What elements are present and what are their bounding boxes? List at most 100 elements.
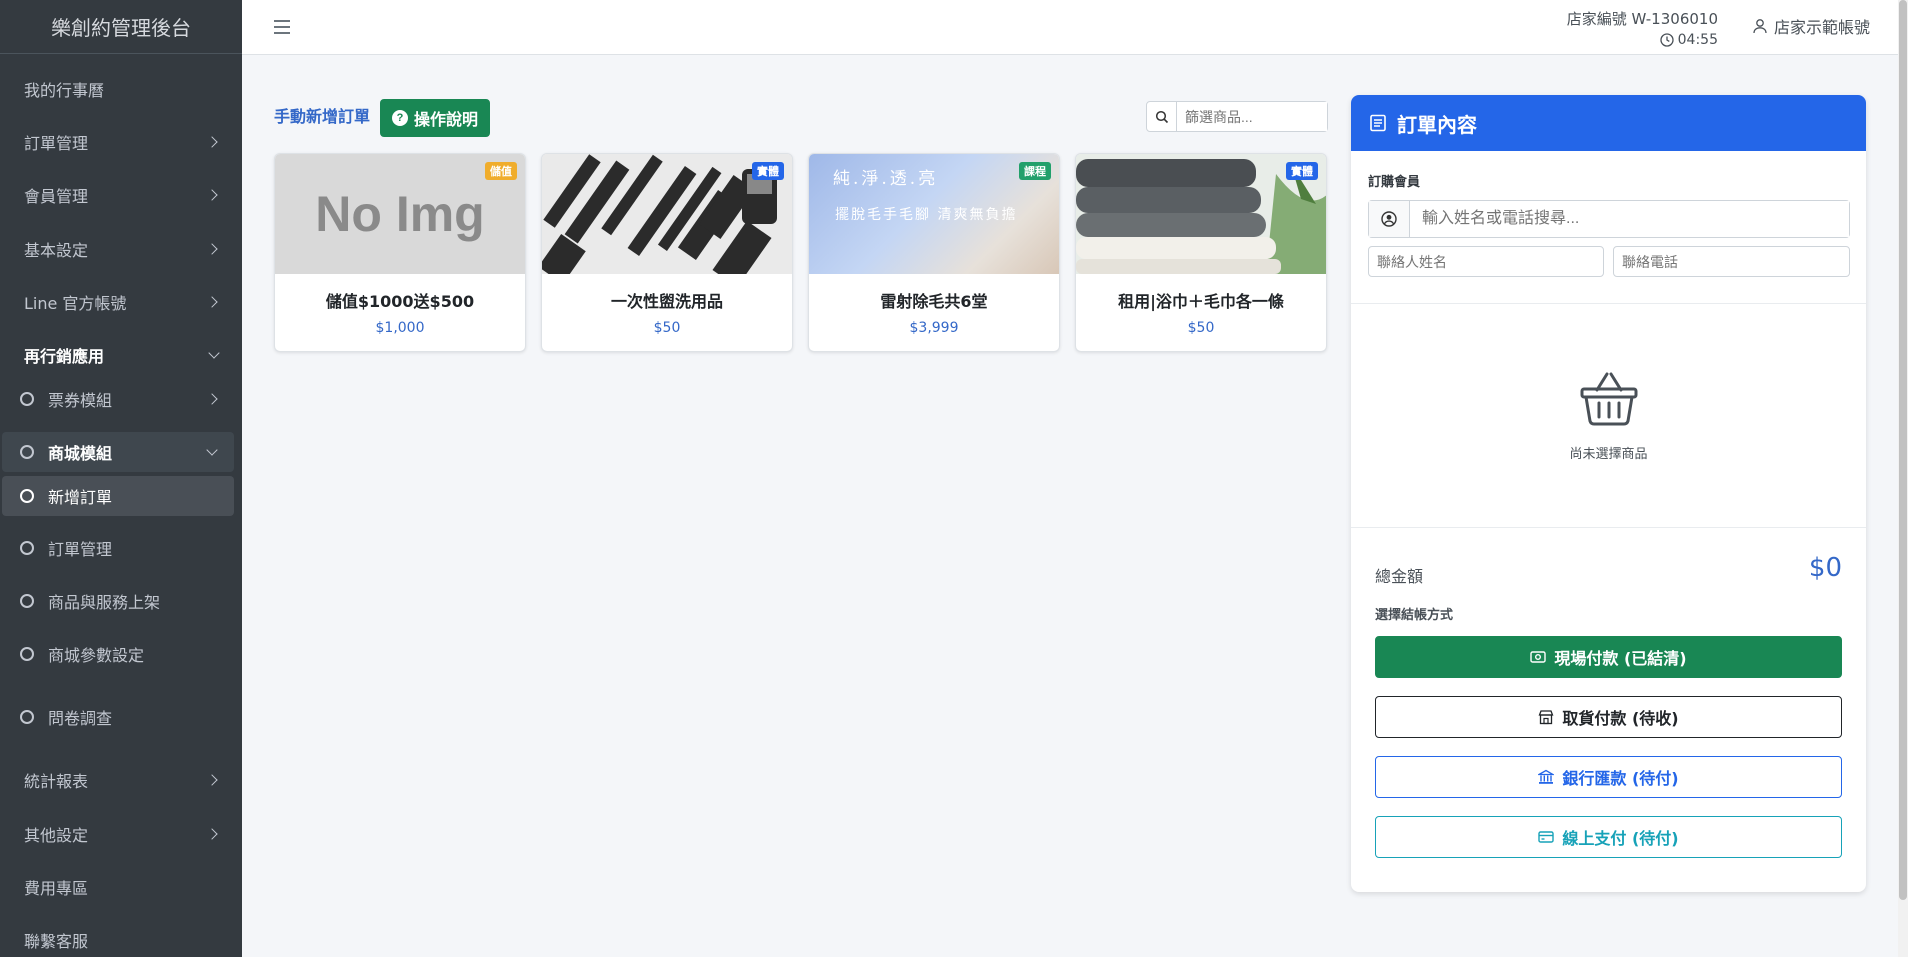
sidebar-item-tickets[interactable]: 票券模組 bbox=[0, 379, 242, 419]
sidebar-item-shop-orders[interactable]: 訂單管理 bbox=[0, 528, 242, 568]
sidebar-item-label: 聯繫客服 bbox=[24, 932, 89, 951]
sidebar-item-products[interactable]: 商品與服務上架 bbox=[0, 581, 242, 621]
user-menu[interactable]: 店家示範帳號 bbox=[1752, 14, 1870, 38]
product-price: $1,000 bbox=[375, 320, 425, 336]
sidebar-item-label: 商品與服務上架 bbox=[48, 593, 161, 612]
chevron-right-icon bbox=[206, 189, 218, 201]
no-image-text: No Img bbox=[315, 186, 485, 242]
divider bbox=[1351, 303, 1866, 304]
sidebar-item-reports[interactable]: 統計報表 bbox=[0, 760, 242, 800]
empty-cart-text: 尚未選擇商品 bbox=[1569, 447, 1648, 462]
sidebar-item-label: 商城模組 bbox=[48, 444, 113, 463]
sidebar-item-label: 再行銷應用 bbox=[24, 347, 105, 366]
total-amount: $0 bbox=[1808, 553, 1842, 583]
product-card[interactable]: No Img 儲值 儲值$1000送$500 $1,000 bbox=[274, 153, 526, 352]
sidebar-item-shop-settings[interactable]: 商城參數設定 bbox=[0, 634, 242, 674]
product-card[interactable]: 實體 一次性盥洗用品 $50 bbox=[541, 153, 793, 352]
credit-card-icon bbox=[1538, 831, 1555, 843]
product-name: 儲值$1000送$500 bbox=[325, 292, 475, 311]
sidebar-item-label: 商城參數設定 bbox=[48, 646, 145, 665]
member-search-input[interactable] bbox=[1410, 201, 1849, 237]
question-icon: ? bbox=[391, 110, 408, 126]
payment-method-label: 選擇結帳方式 bbox=[1375, 608, 1454, 623]
sidebar: 樂創約管理後台 我的行事曆 訂單管理 會員管理 基本設定 Line 官方帳號 再… bbox=[0, 0, 242, 957]
order-panel-title: 訂單內容 bbox=[1397, 112, 1477, 137]
sidebar-item-orders[interactable]: 訂單管理 bbox=[0, 122, 242, 162]
contact-phone-field[interactable] bbox=[1613, 246, 1850, 277]
store-number: 店家編號 W-1306010 bbox=[1566, 10, 1718, 28]
sidebar-item-label: 其他設定 bbox=[24, 826, 89, 845]
pay-onsite-button[interactable]: 現場付款 (已結清) bbox=[1375, 636, 1842, 678]
contact-name-field[interactable] bbox=[1368, 246, 1604, 277]
product-image: 純.淨.透.亮 擺脫毛手毛腳 清爽無負擔 課程 bbox=[809, 154, 1059, 274]
sidebar-item-label: 訂單管理 bbox=[48, 540, 113, 559]
online-payment-button[interactable]: 線上支付 (待付) bbox=[1375, 816, 1842, 858]
image-caption-2: 擺脫毛手毛腳 清爽無負擔 bbox=[835, 207, 1018, 223]
chevron-down-icon bbox=[208, 347, 220, 359]
total-label: 總金額 bbox=[1375, 567, 1424, 586]
chevron-right-icon bbox=[206, 243, 218, 255]
bank-icon bbox=[1538, 769, 1555, 784]
pay-on-pickup-button[interactable]: 取貨付款 (待收) bbox=[1375, 696, 1842, 738]
divider bbox=[1351, 527, 1866, 528]
product-name: 租用|浴巾＋毛巾各一條 bbox=[1118, 292, 1284, 311]
user-name: 店家示範帳號 bbox=[1773, 18, 1870, 37]
product-card[interactable]: 純.淨.透.亮 擺脫毛手毛腳 清爽無負擔 課程 雷射除毛共6堂 $3,999 bbox=[808, 153, 1060, 352]
bank-transfer-button[interactable]: 銀行匯款 (待付) bbox=[1375, 756, 1842, 798]
sidebar-item-label: 票券模組 bbox=[48, 391, 113, 410]
brand-title[interactable]: 樂創約管理後台 bbox=[0, 0, 242, 54]
sidebar-item-label: 問卷調查 bbox=[48, 709, 113, 728]
user-circle-icon bbox=[1369, 201, 1410, 237]
sidebar-item-label: 費用專區 bbox=[24, 879, 89, 898]
product-card[interactable]: 實體 租用|浴巾＋毛巾各一條 $50 bbox=[1075, 153, 1327, 352]
circle-icon bbox=[20, 541, 34, 555]
circle-icon bbox=[20, 647, 34, 661]
chevron-right-icon bbox=[206, 828, 218, 840]
product-image: 實體 bbox=[542, 154, 792, 274]
sidebar-item-new-order[interactable]: 新增訂單 bbox=[2, 476, 234, 516]
circle-icon bbox=[20, 392, 34, 406]
online-payment-label: 線上支付 (待付) bbox=[1562, 829, 1679, 848]
sidebar-item-label: 基本設定 bbox=[24, 241, 89, 260]
sidebar-item-billing[interactable]: 費用專區 bbox=[0, 867, 242, 907]
product-name: 雷射除毛共6堂 bbox=[880, 292, 988, 311]
chevron-right-icon bbox=[206, 774, 218, 786]
sidebar-item-label: 訂單管理 bbox=[24, 134, 89, 153]
cash-icon bbox=[1530, 651, 1547, 663]
sidebar-item-shop-module[interactable]: 商城模組 bbox=[2, 432, 234, 472]
basket-icon bbox=[1580, 372, 1638, 426]
circle-icon bbox=[20, 594, 34, 608]
product-name: 一次性盥洗用品 bbox=[610, 292, 723, 311]
page-title: 手動新增訂單 bbox=[274, 107, 371, 126]
product-price: $3,999 bbox=[909, 320, 959, 336]
help-button-label: 操作說明 bbox=[413, 112, 478, 129]
sidebar-item-label: 統計報表 bbox=[24, 772, 89, 791]
help-button[interactable]: ? 操作說明 bbox=[380, 99, 490, 137]
product-badge: 實體 bbox=[1286, 162, 1318, 180]
sidebar-item-support[interactable]: 聯繫客服 bbox=[0, 920, 242, 957]
user-icon bbox=[1753, 19, 1767, 34]
sidebar-item-line-official[interactable]: Line 官方帳號 bbox=[0, 282, 242, 322]
sidebar-item-calendar[interactable]: 我的行事曆 bbox=[0, 69, 242, 109]
sidebar-item-survey[interactable]: 問卷調查 bbox=[0, 697, 242, 737]
scrollbar-thumb[interactable] bbox=[1899, 0, 1907, 900]
clock-icon bbox=[1659, 33, 1674, 47]
sidebar-item-label: Line 官方帳號 bbox=[24, 294, 127, 313]
image-caption-1: 純.淨.透.亮 bbox=[833, 169, 939, 189]
chevron-right-icon bbox=[206, 393, 218, 405]
sidebar-item-members[interactable]: 會員管理 bbox=[0, 175, 242, 215]
product-badge: 實體 bbox=[752, 162, 784, 180]
circle-icon bbox=[20, 489, 34, 503]
sidebar-item-other-settings[interactable]: 其他設定 bbox=[0, 814, 242, 854]
product-price: $50 bbox=[653, 320, 681, 336]
chevron-right-icon bbox=[206, 296, 218, 308]
sidebar-item-basic-settings[interactable]: 基本設定 bbox=[0, 229, 242, 269]
product-filter-input[interactable] bbox=[1177, 102, 1327, 131]
product-image: 實體 bbox=[1076, 154, 1326, 274]
timer-value: 04:55 bbox=[1677, 32, 1718, 48]
search-icon bbox=[1147, 102, 1177, 131]
page-scrollbar[interactable] bbox=[1898, 0, 1908, 957]
product-image: No Img 儲值 bbox=[275, 154, 525, 274]
menu-toggle-icon[interactable] bbox=[274, 20, 290, 34]
sidebar-item-remarketing[interactable]: 再行銷應用 bbox=[0, 335, 242, 375]
